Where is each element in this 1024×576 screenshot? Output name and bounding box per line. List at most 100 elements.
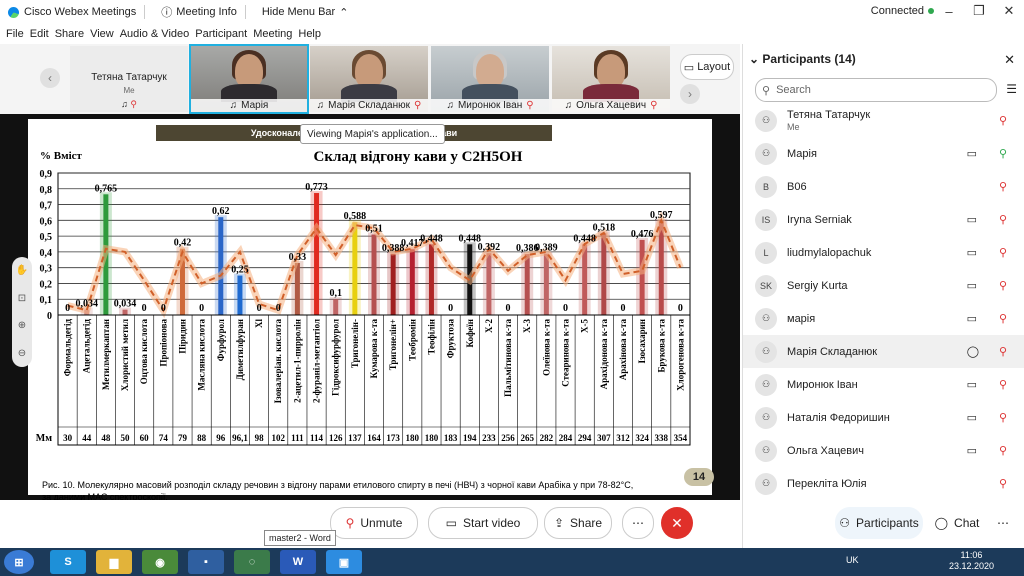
participant-row[interactable]: ⚇ Тетяна Татарчук Me ⚲ bbox=[743, 104, 1024, 137]
close-icon[interactable]: ✕ bbox=[994, 0, 1024, 22]
participant-name: Тетяна Татарчук Me bbox=[787, 109, 870, 133]
restore-icon[interactable]: ❐ bbox=[964, 0, 994, 22]
participant-name-text: марія bbox=[787, 312, 816, 325]
chevron-left-icon[interactable]: ‹ bbox=[40, 68, 60, 88]
participant-row[interactable]: ⚇ Марія Складанюк ◯ ⚲ bbox=[743, 335, 1024, 368]
menu-view[interactable]: View bbox=[90, 28, 114, 40]
system-clock[interactable]: 11:06 23.12.2020 bbox=[949, 550, 994, 572]
start-video-button[interactable]: ▭ Start video bbox=[428, 507, 538, 539]
self-name: Тетяна Татарчук bbox=[91, 72, 167, 83]
skype-icon[interactable]: S bbox=[50, 550, 86, 574]
participant-name: liudmylalopachuk bbox=[787, 247, 871, 259]
mm-value: 180 bbox=[425, 433, 439, 443]
participant-row[interactable]: SK Sergiy Kurta ▭ ⚲ bbox=[743, 269, 1024, 302]
audio-icon: ♫ bbox=[316, 100, 325, 111]
video-tile-maria-skladaniuk[interactable]: ♫ Марія Складанюк ⚲ bbox=[310, 46, 428, 112]
menu-participant[interactable]: Participant bbox=[195, 28, 247, 40]
participant-row[interactable]: ⚇ Миронюк Іван ▭ ⚲ bbox=[743, 368, 1024, 401]
bar-value-label: 0,518 bbox=[593, 222, 616, 233]
search-input[interactable]: ⚲ Search bbox=[755, 78, 997, 102]
word-icon[interactable]: W bbox=[280, 550, 316, 574]
sort-icon[interactable]: ☰ bbox=[1006, 82, 1017, 96]
bar-value-label: 0 bbox=[506, 303, 511, 314]
participant-row[interactable]: ⚇ Наталія Федоришин ▭ ⚲ bbox=[743, 401, 1024, 434]
minimize-icon[interactable]: – bbox=[934, 0, 964, 22]
chat-icon: ◯ bbox=[934, 516, 949, 530]
participant-row[interactable]: B B06 ⚲ bbox=[743, 170, 1024, 203]
menu-edit[interactable]: Edit bbox=[30, 28, 49, 40]
chevron-right-icon[interactable]: › bbox=[680, 84, 700, 104]
more-icon: ⋯ bbox=[997, 516, 1009, 530]
menu-audio-video[interactable]: Audio & Video bbox=[120, 28, 190, 40]
more-options-button[interactable]: ⋯ bbox=[622, 507, 654, 539]
layout-button[interactable]: ▭ Layout bbox=[680, 54, 734, 80]
bar bbox=[582, 244, 588, 315]
participant-row[interactable]: ⚇ Перекліта Юлія ⚲ bbox=[743, 467, 1024, 500]
language-indicator[interactable]: UK bbox=[846, 555, 859, 565]
x-category-label: Пропіонова bbox=[158, 319, 168, 367]
participant-row[interactable]: IS Iryna Serniak ▭ ⚲ bbox=[743, 203, 1024, 236]
x-category-label: Теофілін bbox=[426, 319, 436, 355]
meeting-info-button[interactable]: ⓘ Meeting Info bbox=[161, 4, 237, 20]
y-tick-label: 0,3 bbox=[40, 264, 53, 275]
participant-row[interactable]: ⚇ марія ▭ ⚲ bbox=[743, 302, 1024, 335]
close-icon[interactable]: ✕ bbox=[1004, 52, 1015, 68]
chevron-down-icon[interactable]: ⌄ bbox=[749, 52, 762, 66]
x-category-label: Ізовалеріан. кислота bbox=[273, 319, 283, 404]
video-tile-maria[interactable]: ♫ Марія bbox=[189, 44, 309, 114]
chrome-icon[interactable]: ◉ bbox=[142, 550, 178, 574]
self-video-tile[interactable]: Тетяна Татарчук Me ♫ ⚲ bbox=[70, 46, 188, 112]
hide-menu-bar-button[interactable]: Hide Menu Bar ⌃ bbox=[262, 6, 349, 19]
video-camera-icon: ▭ bbox=[966, 247, 977, 259]
start-button[interactable]: ⊞ bbox=[4, 550, 34, 574]
chat-icon[interactable]: ◯ bbox=[967, 345, 979, 358]
participant-initials-avatar: SK bbox=[755, 274, 777, 297]
participant-name-text: Марія Складанюк bbox=[787, 345, 878, 358]
participant-role: Me bbox=[787, 121, 800, 132]
participant-name: Iryna Serniak bbox=[787, 214, 852, 226]
zoom-out-icon[interactable]: ⊖ bbox=[18, 348, 26, 359]
unmute-button[interactable]: ⚲ Unmute bbox=[330, 507, 418, 539]
muted-mic-icon: ⚲ bbox=[345, 516, 355, 530]
webex-app-icon[interactable]: ◌ bbox=[234, 550, 270, 574]
participant-row[interactable]: Lliudmylalopachuk ▭ ⚲ bbox=[743, 236, 1024, 269]
video-tile-khatsevych[interactable]: ♫ Ольга Хацевич ⚲ bbox=[552, 46, 670, 112]
bar-value-label: 0 bbox=[448, 303, 453, 314]
participant-name: Марія Складанюк bbox=[787, 346, 877, 358]
file-explorer-icon[interactable]: ▆ bbox=[96, 550, 132, 574]
webex-logo-icon bbox=[8, 6, 19, 18]
menu-file[interactable]: File bbox=[6, 28, 24, 40]
stamp-icon[interactable]: ⊡ bbox=[18, 293, 26, 304]
participants-panel: ⌄ Participants (14) ✕ ⚲ Search ☰ ⚇ Тетяна … bbox=[742, 44, 1024, 500]
save-disk-icon[interactable]: ▪ bbox=[188, 550, 224, 574]
more-panels-button[interactable]: ⋯ bbox=[989, 507, 1017, 539]
video-camera-icon: ▭ bbox=[445, 516, 457, 530]
participants-button[interactable]: ⚇ Participants bbox=[835, 507, 923, 539]
unmute-label: Unmute bbox=[360, 516, 403, 530]
video-tile-myroniuk[interactable]: ♫ Миронюк Іван ⚲ bbox=[431, 46, 549, 112]
muted-mic-icon: ⚲ bbox=[526, 100, 534, 111]
mm-value: 294 bbox=[578, 433, 592, 443]
leave-meeting-button[interactable]: ✕ bbox=[661, 507, 693, 539]
bar bbox=[314, 193, 320, 315]
camera-app-icon[interactable]: ▣ bbox=[326, 550, 362, 574]
share-button[interactable]: ⇪ Share bbox=[544, 507, 612, 539]
muted-mic-icon: ⚲ bbox=[414, 100, 422, 111]
chat-button[interactable]: ◯ Chat bbox=[931, 507, 983, 539]
participant-row[interactable]: ⚇ Марія ▭ ⚲ bbox=[743, 137, 1024, 170]
participant-row[interactable]: ⚇ Ольга Хацевич ▭ ⚲ bbox=[743, 434, 1024, 467]
tile-name: Марія Складанюк bbox=[328, 100, 411, 111]
bar bbox=[409, 249, 415, 315]
zoom-in-icon[interactable]: ⊕ bbox=[18, 320, 26, 331]
menu-share[interactable]: Share bbox=[55, 28, 84, 40]
mm-value: 114 bbox=[310, 433, 324, 443]
avatar-icon: ⚇ bbox=[755, 109, 777, 132]
mm-value: 137 bbox=[348, 433, 362, 443]
mm-value: 48 bbox=[101, 433, 111, 443]
hand-icon[interactable]: ✋ bbox=[16, 265, 28, 276]
muted-mic-icon: ⚲ bbox=[130, 99, 137, 109]
participant-name: Марія bbox=[787, 148, 817, 160]
menu-meeting[interactable]: Meeting bbox=[253, 28, 292, 40]
menu-help[interactable]: Help bbox=[298, 28, 321, 40]
participant-name-text: Ольга Хацевич bbox=[787, 444, 864, 457]
